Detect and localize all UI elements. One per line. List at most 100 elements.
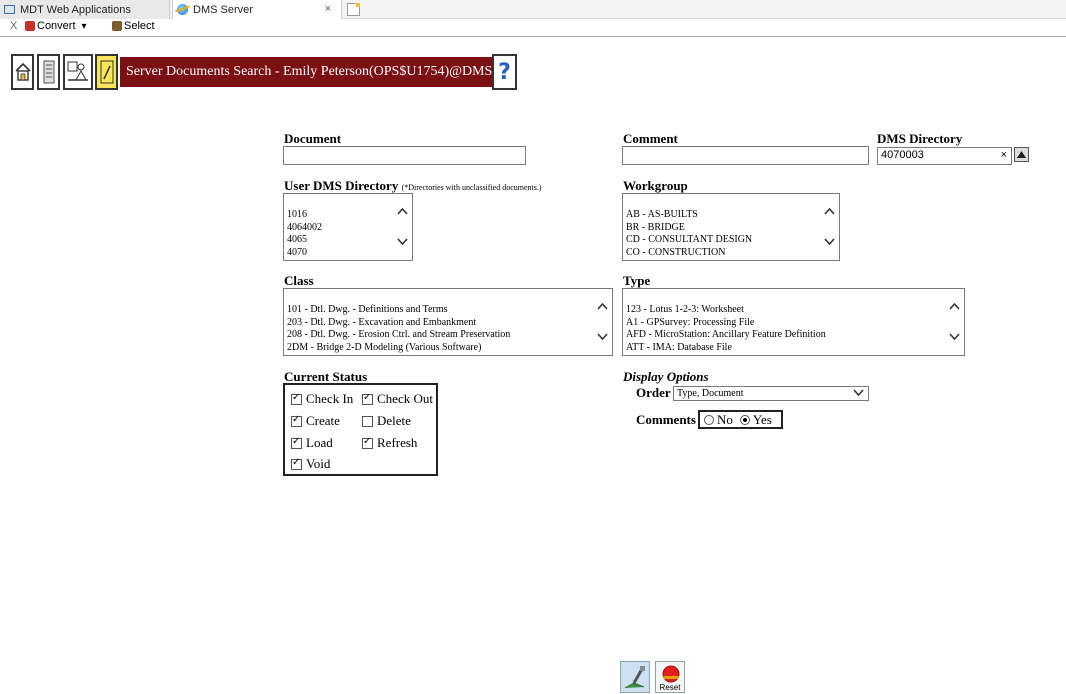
- checkbox-label: Load: [306, 435, 333, 450]
- workgroup-list[interactable]: AB - AS-BUILTS BR - BRIDGE CD - CONSULTA…: [622, 193, 840, 261]
- reset-label: Reset: [659, 683, 681, 692]
- select-button[interactable]: Select: [112, 20, 155, 32]
- checkbox-label: Void: [306, 456, 331, 471]
- status-refresh[interactable]: Refresh: [362, 435, 417, 451]
- type-list[interactable]: 123 - Lotus 1-2-3: Worksheet A1 - GPSurv…: [622, 288, 965, 356]
- dms-directory-input[interactable]: 4070003 ×: [877, 147, 1012, 165]
- convert-button[interactable]: Convert ▾: [25, 20, 87, 32]
- dms-directory-label: DMS Directory: [877, 131, 963, 146]
- comments-yes-radio[interactable]: [739, 414, 750, 425]
- close-tab-icon[interactable]: ×: [325, 3, 331, 15]
- list-item[interactable]: A1 - GPSurvey: Processing File: [626, 317, 946, 330]
- help-icon[interactable]: ?: [492, 54, 517, 90]
- user-dms-directory-title: User DMS Directory: [284, 178, 399, 193]
- status-check-in[interactable]: Check In: [291, 391, 353, 407]
- list-item[interactable]: 101 - Dtl. Dwg. - Definitions and Terms: [287, 304, 594, 317]
- checkbox[interactable]: [362, 415, 373, 427]
- checkbox[interactable]: [291, 436, 302, 449]
- edit-button[interactable]: [95, 54, 118, 90]
- list-item[interactable]: 4065: [287, 234, 394, 247]
- tab-label: MDT Web Applications: [20, 3, 131, 16]
- search-button[interactable]: [620, 661, 650, 693]
- comments-label: Comments: [636, 412, 696, 427]
- chevron-down-icon[interactable]: [823, 236, 835, 246]
- chevron-up-icon[interactable]: [948, 301, 960, 311]
- document-icon: [43, 60, 54, 84]
- edit-icon: [100, 60, 113, 84]
- command-bar: X Convert ▾ Select: [0, 20, 1066, 35]
- user-dms-directory-note: (*Directories with unclassified document…: [401, 183, 542, 192]
- order-select[interactable]: Type, Document: [673, 386, 869, 401]
- user-dms-directory-list[interactable]: 1016 4064002 4065 4070: [283, 193, 413, 261]
- chevron-up-icon[interactable]: [396, 206, 408, 216]
- close-command-bar-icon[interactable]: X: [10, 20, 17, 32]
- list-item[interactable]: 4064002: [287, 222, 394, 235]
- checkbox-label: Check Out: [377, 391, 433, 406]
- status-void[interactable]: Void: [291, 456, 330, 472]
- chevron-down-icon[interactable]: [396, 236, 408, 246]
- list-item[interactable]: ATT - IMA: Database File: [626, 342, 946, 355]
- chevron-down-icon: [853, 389, 864, 396]
- checkbox[interactable]: [362, 436, 373, 449]
- document-button[interactable]: [37, 54, 60, 90]
- user-dms-directory-label: User DMS Directory (*Directories with un…: [284, 178, 542, 194]
- comments-radio-group: No Yes: [698, 410, 783, 429]
- reset-button[interactable]: Reset: [655, 661, 685, 693]
- chevron-up-icon[interactable]: [596, 301, 608, 311]
- list-item[interactable]: 203 - Dtl. Dwg. - Excavation and Embankm…: [287, 317, 594, 330]
- list-item[interactable]: 123 - Lotus 1-2-3: Worksheet: [626, 304, 946, 317]
- convert-label: Convert: [37, 20, 76, 32]
- comments-no-radio[interactable]: [704, 414, 714, 425]
- list-item[interactable]: AB - AS-BUILTS: [626, 209, 821, 222]
- reset-icon: [662, 665, 680, 683]
- status-load[interactable]: Load: [291, 435, 333, 451]
- list-item[interactable]: AFD - MicroStation: Ancillary Feature De…: [626, 329, 946, 342]
- clear-icon[interactable]: ×: [1001, 149, 1007, 161]
- home-button[interactable]: [11, 54, 34, 90]
- new-tab-button[interactable]: [347, 3, 360, 16]
- select-icon: [112, 21, 122, 31]
- checkbox[interactable]: [291, 414, 302, 427]
- list-item[interactable]: 2DM - Bridge 2-D Modeling (Various Softw…: [287, 342, 594, 355]
- user-desk-button[interactable]: [63, 54, 93, 90]
- chevron-up-icon[interactable]: [823, 206, 835, 216]
- checkbox[interactable]: [362, 392, 373, 405]
- tab-label: DMS Server: [193, 3, 253, 16]
- list-item[interactable]: 208 - Dtl. Dwg. - Erosion Ctrl. and Stre…: [287, 329, 594, 342]
- status-delete[interactable]: Delete: [362, 413, 411, 429]
- checkbox[interactable]: [291, 457, 302, 470]
- order-value: Type, Document: [677, 388, 744, 399]
- checkbox-label: Delete: [377, 413, 411, 428]
- comment-input[interactable]: [622, 146, 869, 165]
- comments-yes-label: Yes: [752, 411, 772, 427]
- comments-no-label: No: [717, 411, 733, 427]
- browser-tab-bar: MDT Web Applications DMS Server ×: [0, 0, 1066, 19]
- checkbox-label: Create: [306, 413, 340, 428]
- up-arrow-icon: [1017, 151, 1026, 158]
- checkbox[interactable]: [291, 392, 302, 405]
- class-list[interactable]: 101 - Dtl. Dwg. - Definitions and Terms …: [283, 288, 613, 356]
- status-create[interactable]: Create: [291, 413, 340, 429]
- list-item[interactable]: 4070: [287, 247, 394, 260]
- search-brush-icon: [624, 666, 645, 689]
- list-item[interactable]: BR - BRIDGE: [626, 222, 821, 235]
- dms-directory-value: 4070003: [881, 149, 924, 161]
- chevron-down-icon[interactable]: [596, 331, 608, 341]
- web-app-icon: [4, 5, 15, 14]
- tab-mdt-web-applications[interactable]: MDT Web Applications: [0, 0, 170, 19]
- ie-icon: [177, 4, 188, 15]
- chevron-down-icon[interactable]: ▾: [82, 21, 87, 32]
- list-item[interactable]: CD - CONSULTANT DESIGN: [626, 234, 821, 247]
- page-title: Server Documents Search - Emily Peterson…: [120, 57, 492, 87]
- workgroup-label: Workgroup: [623, 178, 688, 193]
- list-item[interactable]: CO - CONSTRUCTION: [626, 247, 821, 260]
- list-item[interactable]: 1016: [287, 209, 394, 222]
- directory-up-button[interactable]: [1014, 147, 1029, 162]
- document-label: Document: [284, 131, 342, 146]
- status-check-out[interactable]: Check Out: [362, 391, 433, 407]
- tab-dms-server[interactable]: DMS Server ×: [172, 0, 342, 19]
- type-label: Type: [623, 273, 651, 288]
- document-input[interactable]: [283, 146, 526, 165]
- checkbox-label: Refresh: [377, 435, 418, 450]
- chevron-down-icon[interactable]: [948, 331, 960, 341]
